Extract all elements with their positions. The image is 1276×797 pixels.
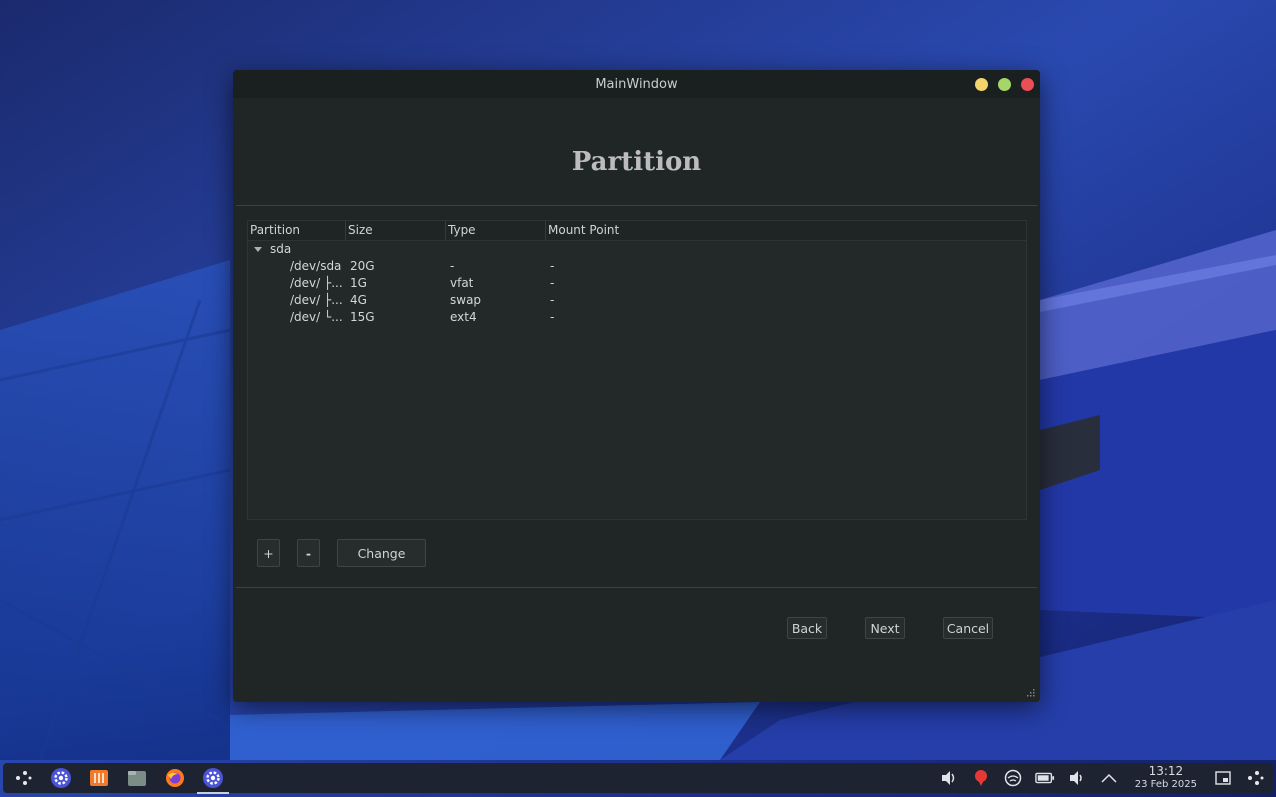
firefox-icon[interactable] <box>163 766 187 790</box>
close-button[interactable] <box>1021 78 1034 91</box>
clock-time: 13:12 <box>1148 764 1184 778</box>
disk-row[interactable]: sda <box>248 241 1026 258</box>
system-tray: 13:12 23 Feb 2025 <box>939 765 1273 791</box>
remove-partition-button[interactable]: - <box>297 539 320 567</box>
audio-icon[interactable] <box>939 768 959 788</box>
add-partition-button[interactable]: + <box>257 539 280 567</box>
collapse-arrow-icon[interactable] <box>254 247 262 252</box>
disk-label: sda <box>270 242 292 256</box>
maximize-button[interactable] <box>998 78 1011 91</box>
size-cell: 15G <box>350 310 375 324</box>
clock[interactable]: 13:12 23 Feb 2025 <box>1131 765 1201 791</box>
type-cell: vfat <box>450 276 474 290</box>
cancel-button[interactable]: Cancel <box>943 617 993 639</box>
settings-icon[interactable] <box>49 766 73 790</box>
type-cell: - <box>450 259 455 273</box>
table-row[interactable]: /dev/ ├... 4G swap - <box>248 292 1026 309</box>
table-row[interactable]: /dev/ ├... 1G vfat - <box>248 275 1026 292</box>
mount-cell: - <box>550 293 555 307</box>
clock-date: 23 Feb 2025 <box>1134 779 1197 790</box>
mount-cell: - <box>550 310 555 324</box>
size-cell: 4G <box>350 293 367 307</box>
volume-icon[interactable] <box>1067 768 1087 788</box>
mount-cell: - <box>550 259 555 273</box>
footer-divider <box>236 587 1037 588</box>
partition-cell: /dev/ └... <box>290 310 343 324</box>
taskbar: 13:12 23 Feb 2025 <box>3 763 1273 794</box>
tray-expand-icon[interactable] <box>1099 768 1119 788</box>
size-cell: 20G <box>350 259 375 273</box>
show-desktop-icon[interactable] <box>1213 768 1233 788</box>
column-mount-point[interactable]: Mount Point <box>546 221 1026 240</box>
partition-cell: /dev/sda <box>290 259 342 273</box>
installer-window: MainWindow Partition Partition Size Type… <box>233 70 1040 702</box>
network-icon[interactable] <box>1003 768 1023 788</box>
partition-cell: /dev/ ├... <box>290 276 343 290</box>
header-divider <box>236 205 1037 206</box>
change-partition-button[interactable]: Change <box>337 539 426 567</box>
partition-cell: /dev/ ├... <box>290 293 343 307</box>
battery-icon[interactable] <box>1034 768 1055 788</box>
partition-tree[interactable]: Partition Size Type Mount Point sda /dev… <box>247 220 1027 520</box>
system-menu-icon[interactable] <box>1245 768 1265 788</box>
table-row[interactable]: /dev/sda 20G - - <box>248 258 1026 275</box>
taskbar-apps <box>3 766 229 794</box>
file-manager-icon[interactable] <box>125 766 149 790</box>
type-cell: ext4 <box>450 310 477 324</box>
mount-cell: - <box>550 276 555 290</box>
column-size[interactable]: Size <box>346 221 446 240</box>
package-manager-icon[interactable] <box>87 766 111 790</box>
next-button[interactable]: Next <box>865 617 905 639</box>
size-cell: 1G <box>350 276 367 290</box>
window-title: MainWindow <box>595 76 678 92</box>
notification-icon[interactable] <box>971 768 991 788</box>
minimize-button[interactable] <box>975 78 988 91</box>
app-launcher-icon[interactable] <box>11 766 35 790</box>
window-controls <box>975 78 1034 91</box>
page-title: Partition <box>571 147 702 177</box>
resize-grip-icon[interactable] <box>1025 687 1035 697</box>
tree-header: Partition Size Type Mount Point <box>248 221 1026 241</box>
title-bar[interactable]: MainWindow <box>233 70 1040 98</box>
back-button[interactable]: Back <box>787 617 827 639</box>
type-cell: swap <box>450 293 482 307</box>
column-partition[interactable]: Partition <box>248 221 346 240</box>
table-row[interactable]: /dev/ └... 15G ext4 - <box>248 309 1026 326</box>
column-type[interactable]: Type <box>446 221 546 240</box>
installer-icon[interactable] <box>197 766 229 794</box>
